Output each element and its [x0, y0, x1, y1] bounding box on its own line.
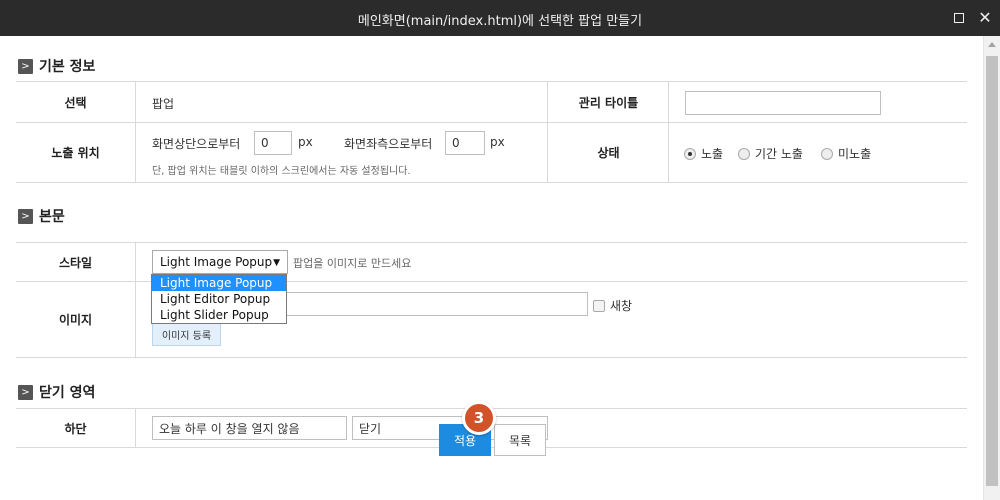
style-select[interactable]: Light Image Popup ▼ [152, 250, 288, 274]
section-title: 닫기 영역 [39, 385, 96, 401]
style-option[interactable]: Light Slider Popup [152, 307, 286, 323]
popup-form: > 기본 정보 선택 팝업 관리 타이틀 노출 위치 화면상단으로부터 px 화… [0, 36, 983, 500]
status-radio-visible[interactable]: 노출 [684, 145, 723, 162]
chevron-right-icon: > [18, 58, 33, 74]
divider [16, 357, 967, 358]
style-dropdown-list: Light Image Popup Light Editor Popup Lig… [151, 274, 287, 324]
from-left-unit: px [490, 135, 505, 149]
style-option[interactable]: Light Editor Popup [152, 291, 286, 307]
status-radio-period[interactable]: 기간 노출 [738, 145, 803, 162]
exposure-position-label: 노출 위치 [16, 123, 135, 182]
admin-title-input[interactable] [685, 91, 881, 115]
status-option-label: 노출 [701, 147, 724, 161]
checkbox-icon [593, 299, 605, 312]
window-titlebar: 메인화면(main/index.html)에 선택한 팝업 만들기 ✕ [0, 0, 1000, 36]
section-close-area: > 닫기 영역 [18, 382, 95, 402]
status-option-label: 미노출 [838, 147, 872, 161]
step-badge: 3 [462, 401, 496, 435]
from-top-input[interactable] [254, 131, 292, 155]
select-cell: 팝업 [135, 82, 547, 122]
scrollbar-thumb[interactable] [986, 56, 998, 486]
form-row-select: 선택 팝업 관리 타이틀 [16, 81, 967, 122]
new-window-checkbox[interactable]: 새창 [593, 297, 632, 314]
bottom-text-input[interactable] [152, 416, 347, 440]
maximize-icon[interactable] [950, 9, 968, 27]
admin-title-label: 관리 타이틀 [548, 82, 669, 122]
vertical-scrollbar[interactable] [983, 36, 1000, 500]
status-cell: 노출 기간 노출 미노출 [668, 123, 967, 182]
from-top-unit: px [298, 135, 313, 149]
position-hint: 단, 팝업 위치는 태블릿 이하의 스크린에서는 자동 설정됩니다. [152, 166, 411, 177]
form-row-position: 노출 위치 화면상단으로부터 px 화면좌측으로부터 px 단, 팝업 위치는 … [16, 122, 967, 182]
section-body: > 본문 [18, 206, 65, 226]
image-label: 이미지 [16, 282, 135, 357]
from-left-input[interactable] [445, 131, 485, 155]
select-label: 선택 [16, 82, 135, 122]
position-cell: 화면상단으로부터 px 화면좌측으로부터 px 단, 팝업 위치는 태블릿 이하… [135, 123, 547, 182]
status-label: 상태 [548, 123, 669, 182]
caret-down-icon: ▼ [273, 258, 280, 268]
image-upload-button[interactable]: 이미지 등록 [152, 322, 221, 346]
new-window-label: 새창 [610, 299, 633, 313]
status-header: 상태 [547, 123, 669, 182]
radio-checked-icon [684, 147, 696, 160]
style-label: 스타일 [16, 243, 135, 281]
close-icon[interactable]: ✕ [976, 9, 994, 27]
from-left-label: 화면좌측으로부터 [344, 137, 433, 151]
radio-unchecked-icon [738, 147, 750, 160]
window-title: 메인화면(main/index.html)에 선택한 팝업 만들기 [357, 14, 643, 29]
section-title: 본문 [39, 209, 65, 225]
chevron-right-icon: > [18, 208, 33, 224]
style-option[interactable]: Light Image Popup [152, 275, 286, 291]
select-value: 팝업 [152, 97, 175, 111]
status-option-label: 기간 노출 [755, 147, 803, 161]
list-button[interactable]: 목록 [494, 424, 546, 456]
bottom-cell [135, 409, 967, 447]
bottom-label: 하단 [16, 409, 135, 447]
from-top-label: 화면상단으로부터 [152, 137, 241, 151]
chevron-right-icon: > [18, 384, 33, 400]
section-title: 기본 정보 [39, 59, 96, 75]
admin-title-header: 관리 타이틀 [547, 82, 669, 122]
style-select-value: Light Image Popup [160, 255, 273, 269]
divider [16, 182, 967, 183]
scroll-up-arrow-icon[interactable] [988, 42, 996, 47]
status-radio-hidden[interactable]: 미노출 [821, 145, 871, 162]
style-hint: 팝업을 이미지로 만드세요 [293, 257, 412, 270]
radio-unchecked-icon [821, 147, 833, 160]
section-basic-info: > 기본 정보 [18, 56, 95, 76]
admin-title-cell [668, 82, 967, 122]
